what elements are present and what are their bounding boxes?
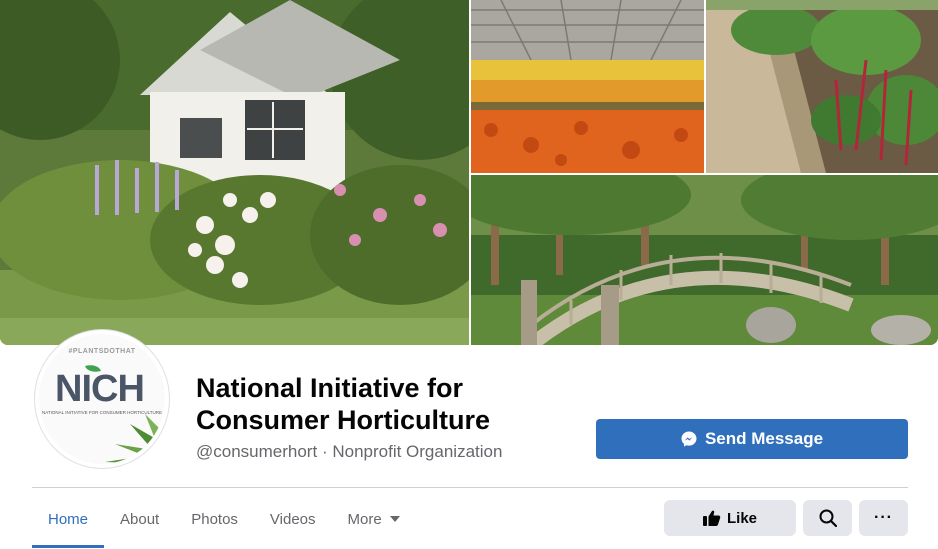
tab-label: More [347,510,382,528]
tab-label: Photos [191,510,238,528]
thumbs-up-icon [702,510,721,526]
tab-label: Home [48,510,89,528]
tab-videos[interactable]: Videos [254,490,332,548]
page-search-button[interactable] [803,500,852,536]
tab-label: About [120,510,160,528]
search-icon [819,509,837,527]
house-garden-photo [0,0,469,345]
logo-hashtag: #PLANTSDOTHAT [68,348,136,355]
messenger-icon [681,431,697,447]
garden-bridge-photo [471,175,938,345]
tab-photos[interactable]: Photos [175,490,254,548]
nich-logo: #PLANTSDOTHAT NICH NATIONAL INITIATIVE F… [39,334,165,464]
like-button[interactable]: Like [664,500,796,536]
caret-down-icon [389,516,400,522]
send-message-button[interactable]: Send Message [596,419,908,459]
send-message-label: Send Message [704,429,824,448]
page-title: National Initiative for Consumer Horticu… [196,373,491,435]
tab-label: Videos [269,510,316,528]
raised-bed-chard-photo [706,0,938,173]
meta-separator: · [321,442,328,461]
more-dots-icon: ··· [874,509,893,526]
more-options-button[interactable]: ··· [859,500,908,536]
profile-avatar[interactable]: #PLANTSDOTHAT NICH NATIONAL INITIATIVE F… [35,330,169,468]
greenhouse-flowers-photo [471,0,704,173]
tab-about[interactable]: About [104,490,175,548]
cover-photo[interactable] [0,0,938,345]
page-handle[interactable]: @consumerhort [196,442,317,461]
page-tabs: Home About Photos Videos More [32,490,416,548]
logo-text: NICH [55,368,145,410]
aloe-fronds-icon [105,414,165,464]
tab-more[interactable]: More [332,490,416,548]
page-category[interactable]: Nonprofit Organization [332,442,502,461]
header-divider [32,487,908,488]
page-subtitle: @consumerhort · Nonprofit Organization [196,442,502,462]
like-label: Like [726,509,757,527]
tab-home[interactable]: Home [32,490,105,548]
